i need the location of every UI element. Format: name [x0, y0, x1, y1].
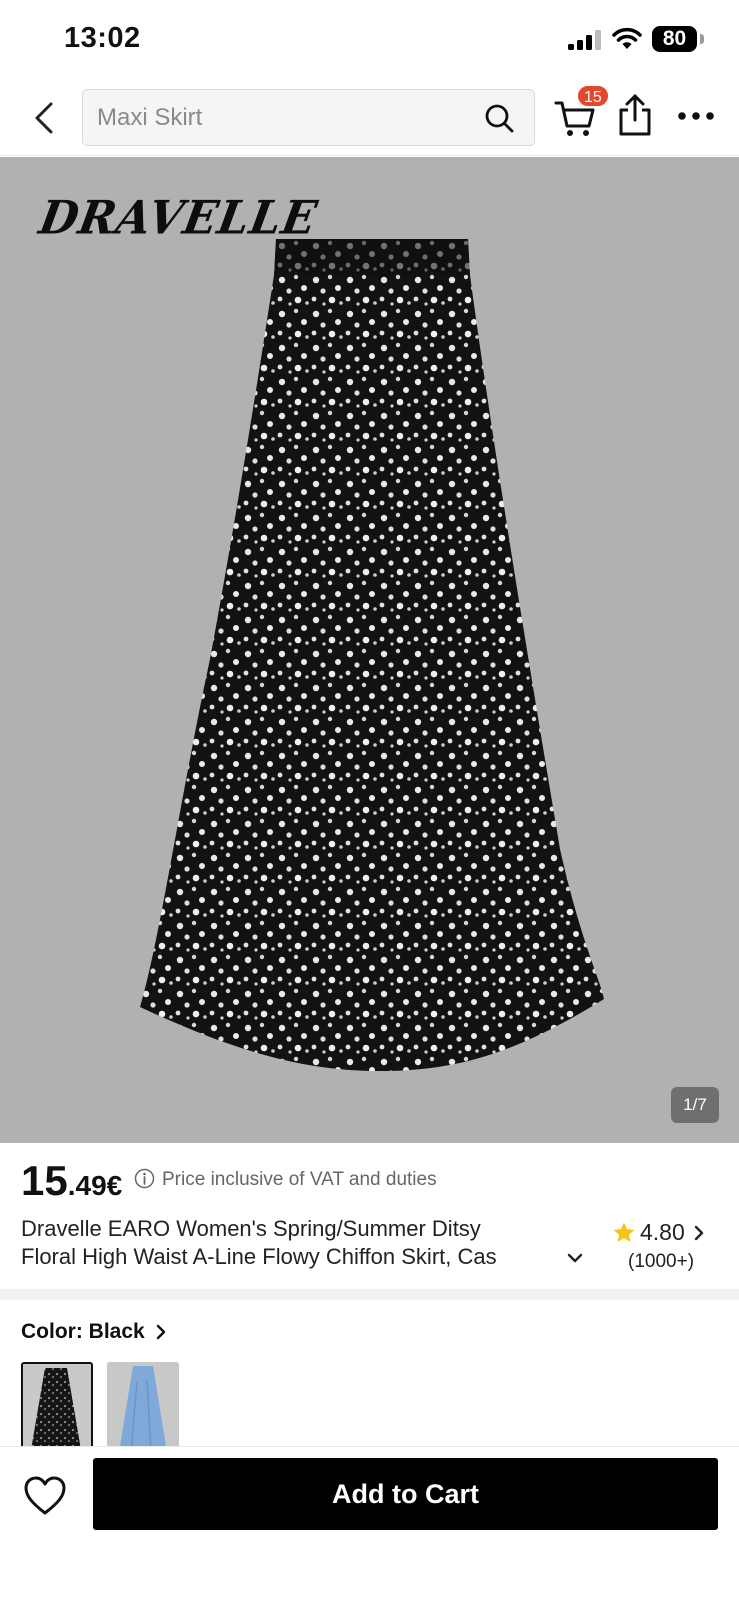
price-integer: 15 [21, 1157, 68, 1204]
add-to-cart-button[interactable]: Add to Cart [93, 1458, 718, 1530]
signal-icon [568, 30, 601, 50]
share-icon[interactable] [616, 92, 654, 138]
color-swatch-light-blue[interactable] [107, 1362, 179, 1452]
color-swatch-black[interactable] [21, 1362, 93, 1452]
chevron-left-icon [35, 102, 53, 134]
status-bar: 13:02 80 [0, 0, 739, 80]
vat-note: Price inclusive of VAT and duties [162, 1169, 437, 1190]
bottom-action-bar: Add to Cart [0, 1446, 739, 1600]
swatch-black-image [23, 1364, 91, 1450]
price-decimal: .49€ [67, 1170, 123, 1201]
rating-value: 4.80 [640, 1219, 685, 1245]
product-title-line-2: Floral High Waist A-Line Flowy Chiffon S… [21, 1244, 497, 1269]
heart-icon[interactable] [22, 1473, 68, 1519]
image-page-indicator: 1/7 [671, 1087, 719, 1123]
star-icon [613, 1222, 635, 1242]
product-title[interactable]: Dravelle EARO Women's Spring/Summer Dits… [21, 1215, 561, 1271]
cart-count-badge: 15 [576, 84, 610, 108]
product-image-gallery[interactable]: DRAVELLE 1/7 [0, 157, 739, 1143]
color-selector: Color: Black [0, 1300, 739, 1452]
rating-link[interactable]: 4.80 [612, 1219, 705, 1246]
back-button[interactable] [26, 95, 62, 141]
review-count: (1000+) [628, 1251, 695, 1272]
search-bar[interactable] [82, 89, 535, 146]
search-icon[interactable] [484, 103, 514, 133]
brand-logo: DRAVELLE [35, 191, 322, 246]
info-icon[interactable] [134, 1168, 155, 1189]
swatch-blue-image [107, 1362, 179, 1452]
battery-icon: 80 [652, 26, 704, 52]
more-icon[interactable] [676, 104, 716, 128]
top-nav: 15 [0, 80, 739, 156]
product-info: 15 .49€ Price inclusive of VAT and dutie… [0, 1143, 739, 1289]
chevron-right-icon [694, 1225, 703, 1240]
color-label-link[interactable]: Color: Black [21, 1320, 167, 1344]
color-label: Color: Black [21, 1320, 145, 1343]
battery-level: 80 [652, 26, 697, 52]
product-title-line-1: Dravelle EARO Women's Spring/Summer Dits… [21, 1216, 481, 1241]
price: 15 .49€ [21, 1157, 122, 1205]
chevron-right-icon [156, 1324, 165, 1340]
product-image [140, 239, 604, 1071]
wifi-icon [612, 27, 642, 49]
status-time: 13:02 [64, 22, 141, 54]
chevron-down-icon[interactable] [566, 1251, 584, 1265]
section-divider [0, 1289, 739, 1300]
search-input[interactable] [97, 90, 457, 145]
